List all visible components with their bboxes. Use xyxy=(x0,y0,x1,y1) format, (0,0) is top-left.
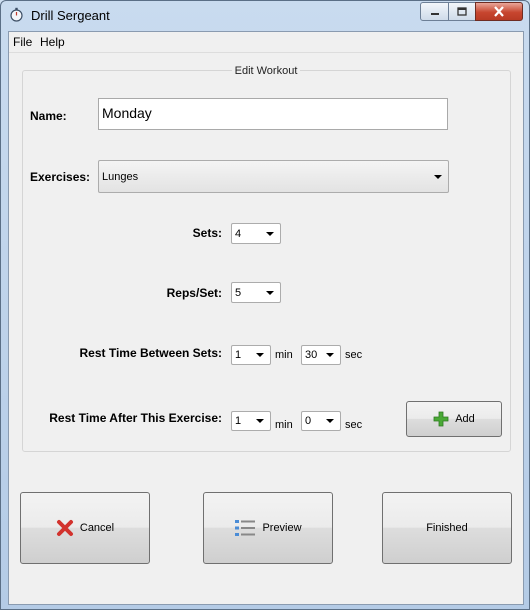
close-button[interactable] xyxy=(475,2,523,21)
add-button-label: Add xyxy=(455,413,475,425)
x-icon xyxy=(56,519,74,537)
name-label: Name: xyxy=(30,109,67,123)
rest-after-min-unit: min xyxy=(275,419,293,431)
finished-button-label: Finished xyxy=(426,522,468,534)
menu-help[interactable]: Help xyxy=(40,35,65,49)
stopwatch-icon xyxy=(10,7,23,22)
reps-dropdown[interactable]: 5 xyxy=(231,282,281,303)
minimize-button[interactable] xyxy=(420,2,449,21)
exercises-label: Exercises: xyxy=(30,170,91,184)
preview-button[interactable]: Preview xyxy=(203,492,333,564)
maximize-button[interactable] xyxy=(448,2,476,21)
window-title: Drill Sergeant xyxy=(31,8,110,23)
finished-button[interactable]: Finished xyxy=(382,492,512,564)
rest-after-label: Rest Time After This Exercise: xyxy=(49,411,222,425)
chevron-down-icon xyxy=(266,290,274,295)
rest-after-min-value: 1 xyxy=(235,415,242,427)
plus-icon xyxy=(433,411,449,427)
cancel-button-label: Cancel xyxy=(79,522,115,534)
title-bar[interactable]: Drill Sergeant xyxy=(1,1,529,31)
menu-file[interactable]: File xyxy=(13,35,32,49)
rest-after-sec-dropdown[interactable]: 0 xyxy=(301,411,341,431)
group-title: Edit Workout xyxy=(9,65,523,77)
exercises-selected: Lunges xyxy=(102,170,139,183)
rest-between-label: Rest Time Between Sets: xyxy=(79,346,223,360)
list-icon xyxy=(234,518,256,538)
rest-after-sec-unit: sec xyxy=(345,419,363,431)
chevron-down-icon xyxy=(326,353,334,357)
rest-between-min-dropdown[interactable]: 1 xyxy=(231,345,271,365)
close-icon xyxy=(494,6,504,17)
client-area: File Help Edit Workout Name: Monday Exer… xyxy=(8,31,524,605)
reps-label: Reps/Set: xyxy=(166,286,222,300)
preview-button-label: Preview xyxy=(262,522,302,534)
rest-after-sec-value: 0 xyxy=(305,415,312,427)
sets-label: Sets: xyxy=(192,226,222,240)
cancel-button[interactable]: Cancel xyxy=(20,492,150,564)
chevron-down-icon xyxy=(266,231,274,236)
exercises-dropdown[interactable]: Lunges xyxy=(98,160,449,193)
app-window: Drill Sergeant File Help Edit Workout Na… xyxy=(0,0,530,610)
chevron-down-icon xyxy=(256,419,264,423)
sets-dropdown[interactable]: 4 xyxy=(231,223,281,244)
group-title-text: Edit Workout xyxy=(231,65,301,77)
reps-value: 5 xyxy=(235,286,242,299)
minimize-icon xyxy=(430,12,439,15)
menu-bar: File Help xyxy=(9,32,523,53)
chevron-down-icon xyxy=(326,419,334,423)
rest-between-sec-value: 30 xyxy=(305,349,318,361)
rest-after-min-dropdown[interactable]: 1 xyxy=(231,411,271,431)
sets-value: 4 xyxy=(235,227,242,240)
chevron-down-icon xyxy=(256,353,264,357)
rest-between-min-value: 1 xyxy=(235,349,242,361)
add-button[interactable]: Add xyxy=(406,401,502,437)
chevron-down-icon xyxy=(434,174,442,179)
rest-between-min-unit: min xyxy=(275,349,293,361)
rest-between-sec-dropdown[interactable]: 30 xyxy=(301,345,341,365)
name-input[interactable]: Monday xyxy=(98,98,448,130)
maximize-icon xyxy=(457,6,467,16)
rest-between-sec-unit: sec xyxy=(345,349,363,361)
